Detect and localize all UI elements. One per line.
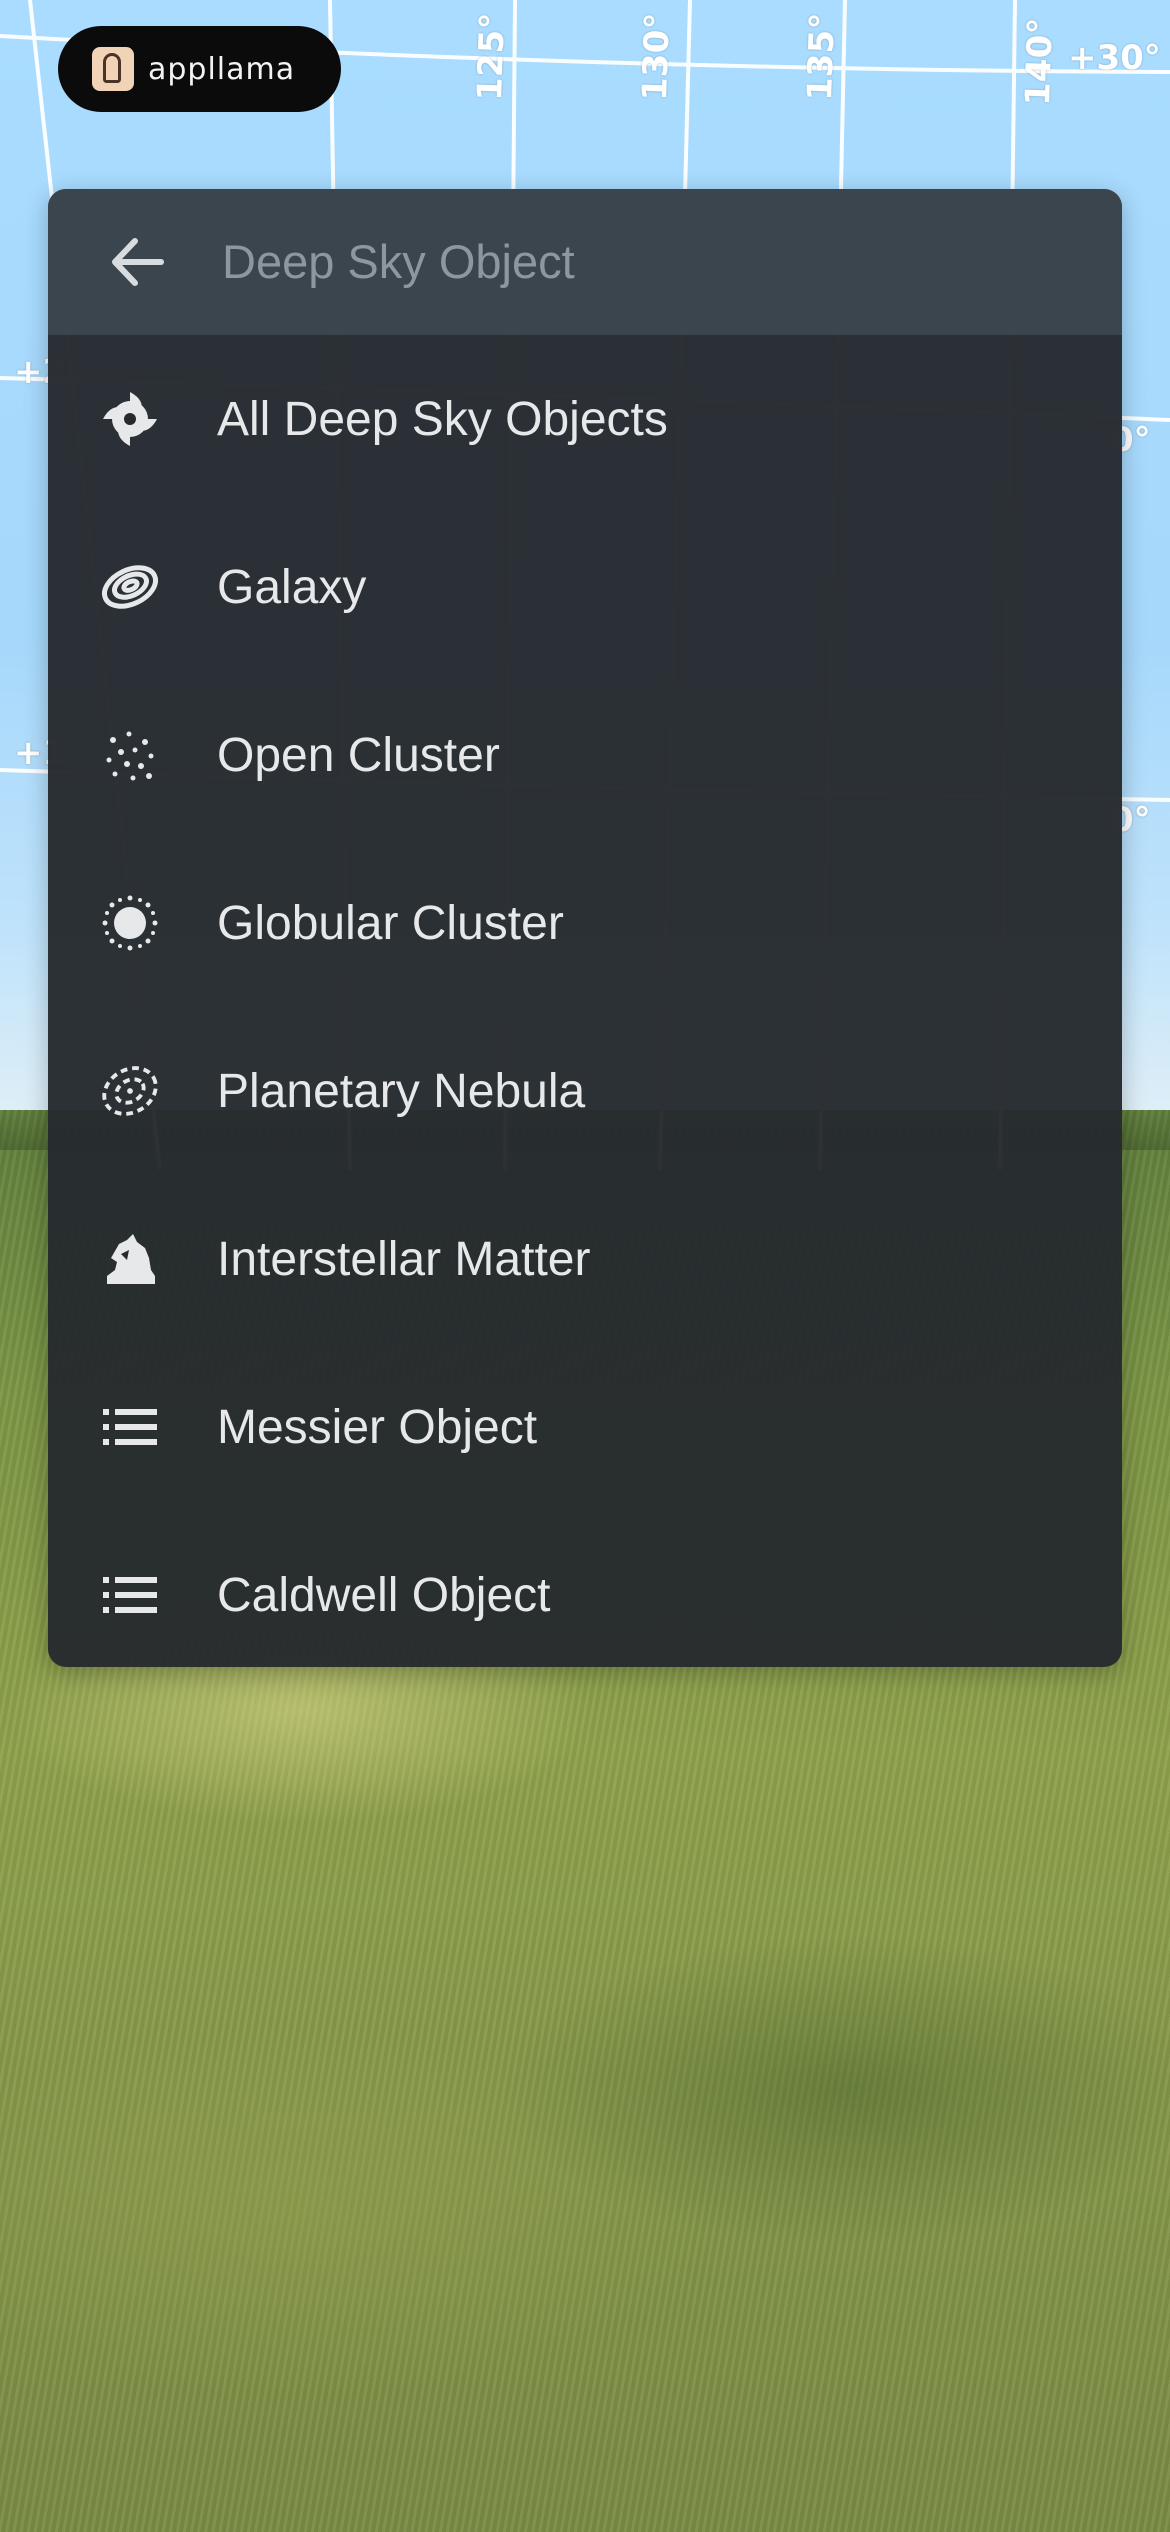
menu-item-label: Interstellar Matter: [217, 1232, 591, 1286]
category-menu: All Deep Sky Objects Galaxy Open Cluster…: [48, 335, 1122, 1667]
arrow-left-icon: [112, 238, 164, 286]
menu-item-label: All Deep Sky Objects: [217, 392, 668, 446]
menu-item-all-deep-sky-objects[interactable]: All Deep Sky Objects: [48, 335, 1122, 503]
menu-item-galaxy[interactable]: Galaxy: [48, 503, 1122, 671]
grid-label-dec-30: +30°: [1068, 38, 1161, 78]
menu-item-messier-object[interactable]: Messier Object: [48, 1343, 1122, 1511]
menu-item-label: Messier Object: [217, 1400, 538, 1454]
menu-item-interstellar-matter[interactable]: Interstellar Matter: [48, 1175, 1122, 1343]
interstellar-matter-icon: [100, 1229, 160, 1289]
panel-title: Deep Sky Object: [222, 235, 575, 288]
planetary-nebula-icon: [100, 1061, 160, 1121]
all-dso-icon: [100, 389, 160, 449]
menu-item-open-cluster[interactable]: Open Cluster: [48, 671, 1122, 839]
list-icon: [100, 1397, 160, 1457]
menu-item-caldwell-object[interactable]: Caldwell Object: [48, 1511, 1122, 1667]
menu-item-label: Galaxy: [217, 560, 367, 614]
deep-sky-object-panel: Deep Sky Object All Deep Sky Objects Gal…: [48, 189, 1122, 1667]
llama-logo-icon: [92, 47, 134, 91]
grid-label-130: 130°: [635, 12, 679, 102]
menu-item-label: Caldwell Object: [217, 1568, 551, 1622]
menu-item-planetary-nebula[interactable]: Planetary Nebula: [48, 1007, 1122, 1175]
menu-item-label: Open Cluster: [217, 728, 500, 782]
galaxy-icon: [100, 557, 160, 617]
globular-cluster-icon: [100, 893, 160, 953]
open-cluster-icon: [100, 725, 160, 785]
menu-item-label: Globular Cluster: [217, 896, 564, 950]
grid-label-140: 140°: [1018, 17, 1062, 107]
brand-badge: appllama: [58, 26, 341, 112]
brand-name: appllama: [148, 51, 296, 87]
grid-label-135: 135°: [800, 12, 844, 102]
grid-label-125: 125°: [470, 12, 514, 102]
menu-item-globular-cluster[interactable]: Globular Cluster: [48, 839, 1122, 1007]
panel-header: Deep Sky Object: [48, 189, 1122, 335]
menu-item-label: Planetary Nebula: [217, 1064, 586, 1118]
list-icon: [100, 1565, 160, 1625]
back-button[interactable]: [102, 227, 172, 297]
